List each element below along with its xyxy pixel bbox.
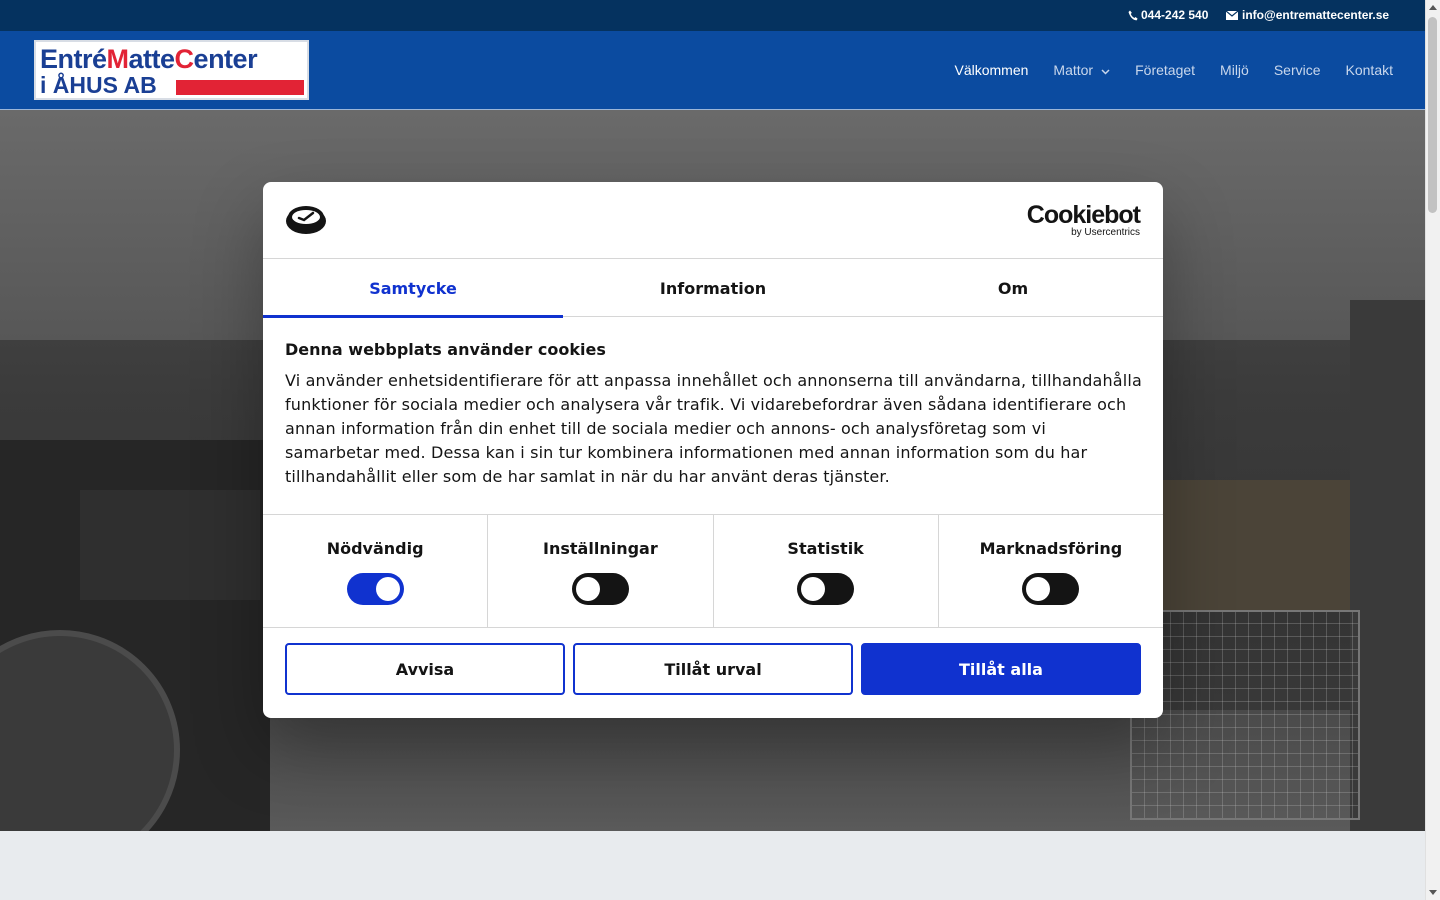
toggle-marknadsforing[interactable] [1022, 573, 1080, 605]
cookie-consent-dialog: Cookiebot by Usercentrics Samtycke Infor… [263, 182, 1163, 718]
toggle-nodvandig[interactable] [346, 573, 404, 605]
nav-item-foretaget[interactable]: Företaget [1135, 62, 1195, 78]
dialog-buttons: Avvisa Tillåt urval Tillåt alla [285, 643, 1141, 695]
chevron-down-icon [1097, 62, 1110, 78]
logo-red-bar [176, 80, 304, 95]
dialog-tabs: Samtycke Information Om [263, 259, 1163, 318]
logo-text-line2: i ÅHUS AB [40, 72, 157, 98]
toggle-label: Inställningar [543, 539, 658, 558]
scrollbar-thumb[interactable] [1428, 17, 1437, 213]
phone-number: 044-242 540 [1141, 8, 1209, 22]
dialog-heading: Denna webbplats använder cookies [285, 340, 606, 359]
cookiebot-logo-icon [285, 203, 327, 239]
dialog-header: Cookiebot by Usercentrics [263, 182, 1163, 259]
nav-item-service[interactable]: Service [1274, 62, 1321, 78]
cookiebot-brand[interactable]: Cookiebot by Usercentrics [1027, 203, 1141, 238]
logo-text-line1: EntréMatteCenter [40, 44, 258, 74]
top-bar: 044-242 540 info@entremattecenter.se [0, 0, 1425, 31]
tab-information[interactable]: Information [563, 259, 863, 317]
nav-item-miljo[interactable]: Miljö [1220, 62, 1249, 78]
consent-toggles: Nödvändig Inställningar Statistik Markna… [263, 514, 1163, 628]
email-link[interactable]: info@entremattecenter.se [1226, 8, 1389, 22]
nav-item-kontakt[interactable]: Kontakt [1346, 62, 1393, 78]
tab-om[interactable]: Om [863, 259, 1163, 317]
site-logo[interactable]: EntréMatteCenter i ÅHUS AB [34, 40, 309, 100]
toggle-label: Nödvändig [326, 539, 424, 558]
dialog-body: Denna webbplats använder cookies Vi anvä… [285, 340, 1145, 489]
envelope-icon [1226, 10, 1238, 20]
toggle-group-marknadsforing: Marknadsföring [939, 515, 1163, 627]
page-scrollbar[interactable] [1425, 0, 1440, 900]
site-header: EntréMatteCenter i ÅHUS AB Välkommen Mat… [0, 31, 1425, 110]
toggle-group-statistik: Statistik [714, 515, 939, 627]
nav-item-valkommen[interactable]: Välkommen [955, 62, 1029, 78]
allow-all-button[interactable]: Tillåt alla [861, 643, 1141, 695]
tab-samtycke[interactable]: Samtycke [263, 259, 563, 318]
toggle-group-installningar: Inställningar [488, 515, 714, 627]
toggle-label: Statistik [787, 539, 864, 558]
scroll-down-icon[interactable] [1429, 890, 1437, 895]
email-address: info@entremattecenter.se [1242, 8, 1390, 22]
phone-icon [1128, 10, 1138, 21]
phone-link[interactable]: 044-242 540 [1128, 8, 1208, 22]
main-nav: Välkommen Mattor Företaget Miljö Service… [930, 62, 1394, 78]
allow-selection-button[interactable]: Tillåt urval [573, 643, 853, 695]
nav-item-mattor[interactable]: Mattor [1053, 62, 1110, 78]
toggle-statistik[interactable] [797, 573, 855, 605]
dialog-description: Vi använder enhetsidentifierare för att … [285, 371, 1142, 486]
toggle-installningar[interactable] [571, 573, 629, 605]
scroll-up-icon[interactable] [1429, 5, 1437, 10]
reject-button[interactable]: Avvisa [285, 643, 565, 695]
toggle-group-nodvandig: Nödvändig [263, 515, 489, 627]
toggle-label: Marknadsföring [979, 539, 1123, 558]
